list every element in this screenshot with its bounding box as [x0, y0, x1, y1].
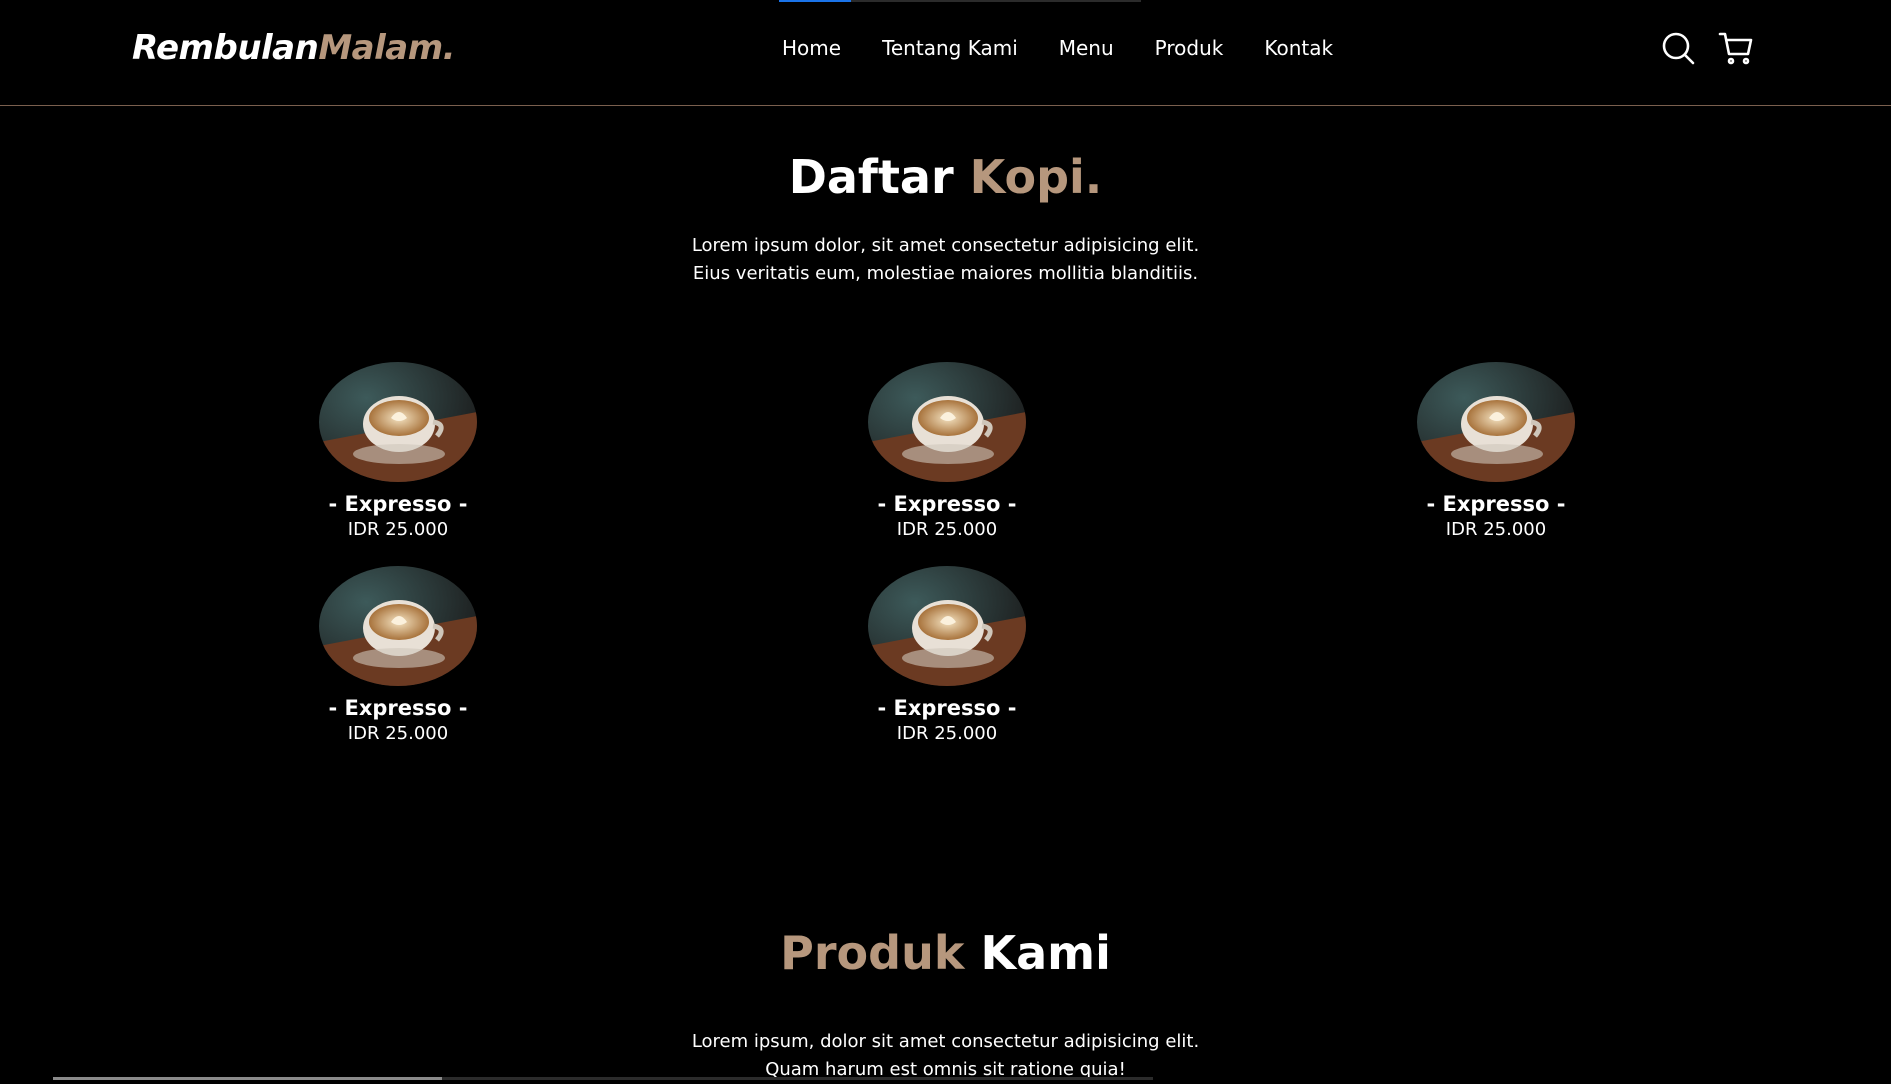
coffee-image — [868, 362, 1026, 482]
brand-name-part2: Malam. — [318, 28, 455, 68]
coffee-image — [1417, 362, 1575, 482]
nav-links: Home Tentang Kami Menu Produk Kontak — [782, 36, 1333, 60]
products-title-part1: Produk — [780, 926, 980, 980]
menu-section-title: Daftar Kopi. — [0, 150, 1891, 204]
search-icon[interactable] — [1660, 30, 1696, 66]
products-desc-line1: Lorem ipsum, dolor sit amet consectetur … — [0, 1028, 1891, 1056]
menu-item-price: IDR 25.000 — [827, 517, 1067, 543]
menu-card[interactable]: - Expresso - IDR 25.000 — [278, 566, 518, 747]
coffee-image — [319, 362, 477, 482]
nav-link-menu[interactable]: Menu — [1059, 36, 1114, 60]
coffee-image — [319, 566, 477, 686]
nav-icons — [1660, 30, 1754, 66]
products-section-title: Produk Kami — [0, 926, 1891, 980]
nav-link-home[interactable]: Home — [782, 36, 841, 60]
menu-title-part1: Daftar — [789, 150, 970, 204]
menu-desc-line2: Eius veritatis eum, molestiae maiores mo… — [0, 260, 1891, 288]
menu-item-name: - Expresso - — [827, 695, 1067, 721]
menu-title-part2: Kopi. — [970, 150, 1103, 204]
nav-link-tentang-kami[interactable]: Tentang Kami — [882, 36, 1018, 60]
menu-item-price: IDR 25.000 — [1376, 517, 1616, 543]
menu-item-price: IDR 25.000 — [827, 721, 1067, 747]
menu-desc-line1: Lorem ipsum dolor, sit amet consectetur … — [0, 232, 1891, 260]
nav-link-produk[interactable]: Produk — [1155, 36, 1224, 60]
brand-logo[interactable]: RembulanMalam. — [132, 28, 455, 68]
menu-item-price: IDR 25.000 — [278, 721, 518, 747]
menu-item-name: - Expresso - — [1376, 491, 1616, 517]
menu-card[interactable]: - Expresso - IDR 25.000 — [278, 362, 518, 543]
navbar: RembulanMalam. Home Tentang Kami Menu Pr… — [0, 0, 1891, 106]
shopping-cart-icon[interactable] — [1718, 30, 1754, 66]
menu-item-name: - Expresso - — [278, 491, 518, 517]
brand-name-part1: Rembulan — [132, 28, 318, 68]
menu-item-name: - Expresso - — [278, 695, 518, 721]
menu-section-description: Lorem ipsum dolor, sit amet consectetur … — [0, 232, 1891, 288]
products-title-part2: Kami — [980, 926, 1110, 980]
products-section-description: Lorem ipsum, dolor sit amet consectetur … — [0, 1028, 1891, 1084]
menu-item-name: - Expresso - — [827, 491, 1067, 517]
menu-card[interactable]: - Expresso - IDR 25.000 — [827, 566, 1067, 747]
menu-card[interactable]: - Expresso - IDR 25.000 — [1376, 362, 1616, 543]
menu-item-price: IDR 25.000 — [278, 517, 518, 543]
coffee-image — [868, 566, 1026, 686]
menu-card[interactable]: - Expresso - IDR 25.000 — [827, 362, 1067, 543]
nav-link-kontak[interactable]: Kontak — [1264, 36, 1333, 60]
